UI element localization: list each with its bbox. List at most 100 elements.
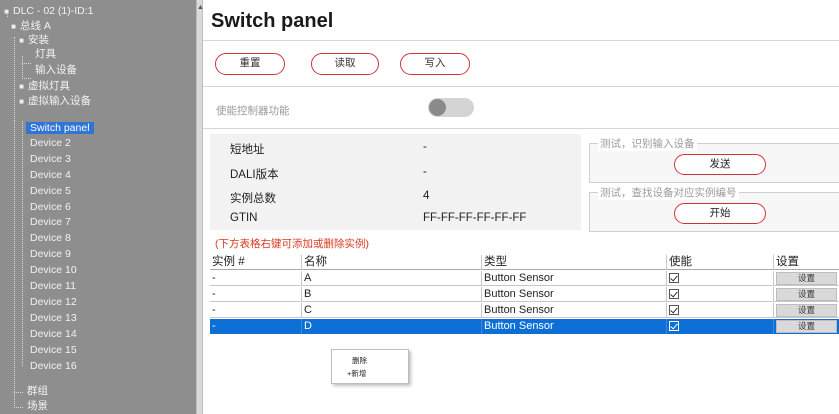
tree-node-device-13[interactable]: Device 13 — [28, 312, 79, 325]
collapse-icon[interactable]: ■ — [17, 34, 26, 47]
tree-node-device-11[interactable]: Device 11 — [28, 280, 78, 293]
tree-node-device-15[interactable]: Device 15 — [28, 344, 79, 357]
table-row-selected[interactable]: - D Button Sensor 设置 — [210, 319, 839, 334]
settings-button[interactable]: 设置 — [776, 272, 837, 285]
short-address-label: 短地址 — [230, 144, 265, 156]
collapse-icon[interactable]: ■ — [17, 95, 26, 108]
tree-node-device-6[interactable]: Device 6 — [28, 201, 73, 214]
settings-button[interactable]: 设置 — [776, 304, 837, 317]
panel-splitter[interactable]: ▲ — [196, 0, 204, 414]
divider — [203, 86, 839, 87]
tree-node-bus[interactable]: ■ 总线 A — [9, 20, 53, 33]
collapse-arrow-icon[interactable]: ▲ — [197, 4, 204, 11]
instance-cell: - — [210, 303, 302, 318]
collapse-icon[interactable]: ■ — [2, 5, 11, 18]
divider — [203, 40, 839, 41]
tree-node-virtual-inputs[interactable]: ■ 虚拟输入设备 — [17, 95, 93, 108]
tree-node-virtual-lamps[interactable]: ■ 虚拟灯具 — [17, 80, 72, 93]
name-cell[interactable]: C — [302, 303, 482, 318]
instance-count-value: 4 — [423, 190, 430, 202]
enable-checkbox[interactable] — [669, 289, 679, 299]
tree-node-device-12[interactable]: Device 12 — [28, 296, 79, 309]
tree-node-switch-panel[interactable]: Switch panel — [26, 122, 94, 135]
table-row[interactable]: - B Button Sensor 设置 — [210, 287, 839, 302]
settings-button[interactable]: 设置 — [776, 320, 837, 333]
tree-node-device-10[interactable]: Device 10 — [28, 264, 79, 277]
table-row[interactable]: - C Button Sensor 设置 — [210, 303, 839, 318]
settings-cell: 设置 — [774, 271, 839, 286]
tree-node-device-3[interactable]: Device 3 — [28, 153, 73, 166]
tree-node-device-5[interactable]: Device 5 — [28, 185, 73, 198]
identify-group-legend: 测试，识别输入设备 — [598, 136, 697, 151]
instance-cell: - — [210, 287, 302, 302]
tree-node-install[interactable]: ■ 安装 — [17, 34, 51, 47]
tree-node-device-9[interactable]: Device 9 — [28, 248, 73, 261]
send-button[interactable]: 发送 — [674, 154, 766, 175]
settings-cell: 设置 — [774, 319, 839, 334]
enable-cell — [667, 271, 774, 286]
enable-controller-toggle[interactable] — [428, 98, 474, 117]
collapse-icon[interactable]: ■ — [9, 20, 18, 33]
table-header: 实例 # 名称 类型 使能 设置 — [210, 255, 839, 270]
context-menu: 删除 +新增 — [331, 349, 409, 384]
settings-button[interactable]: 设置 — [776, 288, 837, 301]
gtin-value: FF-FF-FF-FF-FF-FF — [423, 212, 527, 224]
reset-button[interactable]: 重置 — [215, 53, 285, 75]
context-menu-add[interactable]: +新增 — [347, 368, 366, 379]
enable-checkbox[interactable] — [669, 305, 679, 315]
type-cell[interactable]: Button Sensor — [482, 271, 667, 286]
type-cell[interactable]: Button Sensor — [482, 319, 667, 334]
find-instance-group: 测试，查找设备对应实例编号 开始 — [589, 185, 839, 232]
table-hint: (下方表格右键可添加或删除实例) — [215, 238, 369, 250]
enable-cell — [667, 303, 774, 318]
tree-node-device-2[interactable]: Device 2 — [28, 137, 73, 150]
tree-node-device-8[interactable]: Device 8 — [28, 232, 73, 245]
column-header-instance[interactable]: 实例 # — [210, 255, 302, 270]
column-header-enable[interactable]: 使能 — [667, 255, 774, 270]
tree-node-device-14[interactable]: Device 14 — [28, 328, 79, 341]
type-cell[interactable]: Button Sensor — [482, 287, 667, 302]
type-cell[interactable]: Button Sensor — [482, 303, 667, 318]
dali-version-value: - — [423, 166, 427, 178]
start-button[interactable]: 开始 — [674, 203, 766, 224]
name-cell[interactable]: B — [302, 287, 482, 302]
read-button[interactable]: 读取 — [311, 53, 379, 75]
tree-node-device-4[interactable]: Device 4 — [28, 169, 73, 182]
expand-icon[interactable]: ■ — [17, 80, 26, 93]
tree-node-scenes[interactable]: 场景 — [25, 400, 50, 413]
name-cell[interactable]: D — [302, 319, 482, 334]
device-info-box: 短地址 - DALI版本 - 实例总数 4 GTIN FF-FF-FF-FF-F… — [210, 134, 581, 230]
page-title: Switch panel — [211, 10, 334, 32]
dali-version-label: DALI版本 — [230, 169, 279, 181]
context-menu-delete[interactable]: 删除 — [352, 355, 367, 366]
column-header-type[interactable]: 类型 — [482, 255, 667, 270]
enable-controller-label: 使能控制器功能 — [216, 105, 290, 117]
gtin-label: GTIN — [230, 212, 258, 224]
instance-cell: - — [210, 319, 302, 334]
write-button[interactable]: 写入 — [400, 53, 470, 75]
tree-node-root[interactable]: ■ DLC - 02 (1)-ID:1 — [2, 5, 96, 18]
enable-checkbox[interactable] — [669, 321, 679, 331]
tree-node-lamps[interactable]: 灯具 — [33, 48, 58, 61]
column-header-settings[interactable]: 设置 — [774, 255, 839, 270]
tree-node-input-devices[interactable]: 输入设备 — [33, 64, 79, 77]
instance-cell: - — [210, 271, 302, 286]
find-group-legend: 测试，查找设备对应实例编号 — [598, 185, 739, 200]
settings-cell: 设置 — [774, 287, 839, 302]
toggle-knob — [429, 99, 446, 116]
tree-node-device-7[interactable]: Device 7 — [28, 216, 73, 229]
tree-node-device-16[interactable]: Device 16 — [28, 360, 79, 373]
switch-panel-editor: Switch panel 重置 读取 写入 使能控制器功能 短地址 - DALI… — [203, 0, 839, 414]
enable-cell — [667, 319, 774, 334]
identify-input-device-group: 测试，识别输入设备 发送 — [589, 136, 839, 183]
column-header-name[interactable]: 名称 — [302, 255, 482, 270]
device-tree[interactable]: ■ DLC - 02 (1)-ID:1 ■ 总线 A ■ 安装 灯具 输入设备 ■ 虚拟… — [0, 0, 196, 414]
enable-cell — [667, 287, 774, 302]
instance-count-label: 实例总数 — [230, 193, 276, 205]
short-address-value: - — [423, 141, 427, 153]
settings-cell: 设置 — [774, 303, 839, 318]
enable-checkbox[interactable] — [669, 273, 679, 283]
table-row[interactable]: - A Button Sensor 设置 — [210, 271, 839, 286]
tree-node-groups[interactable]: 群组 — [25, 385, 50, 398]
name-cell[interactable]: A — [302, 271, 482, 286]
